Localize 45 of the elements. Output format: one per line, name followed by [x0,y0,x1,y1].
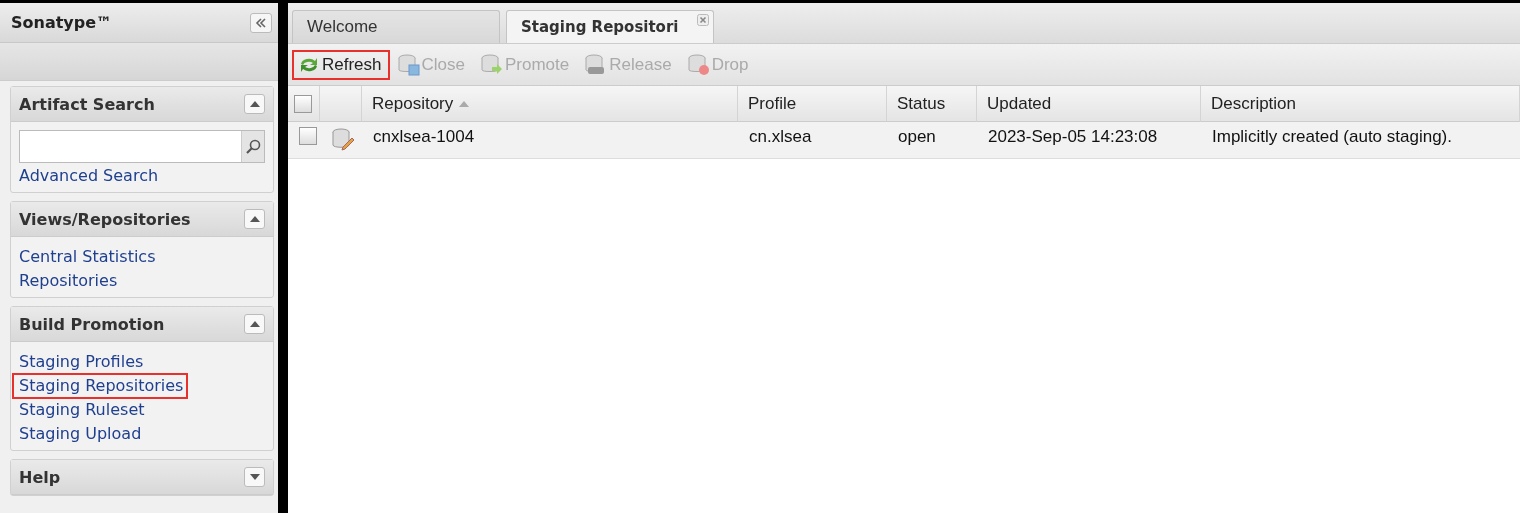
nav-link[interactable]: Staging Upload [13,422,146,446]
database-promote-icon [481,53,503,76]
sidebar-title: Sonatype™ [11,13,113,32]
close-icon[interactable] [697,14,709,26]
tab[interactable]: Welcome [292,10,500,43]
nav-link[interactable]: Staging Profiles [13,350,148,374]
column-header[interactable]: Description [1201,86,1520,122]
search-button[interactable] [241,131,264,162]
collapse-sidebar-button[interactable] [250,12,272,33]
nav-link[interactable]: Staging Repositories [13,374,188,398]
table-cell: open [887,122,977,159]
database-pencil-icon [331,127,355,151]
nav-link[interactable]: Advanced Search [13,164,163,188]
search-field[interactable] [19,130,265,163]
table-cell: cnxlsea-1004 [362,122,738,159]
panel-title: Artifact Search [19,94,155,114]
tab[interactable]: Staging Repositori [506,10,714,43]
panel-title: Build Promotion [19,314,165,334]
table-cell: cn.xlsea [738,122,887,159]
panel-toggle-button[interactable] [244,209,265,229]
row-checkbox[interactable] [299,127,317,145]
panel-toggle-button[interactable] [244,467,265,487]
nav-link[interactable]: Repositories [13,269,122,293]
triangle-up-icon [249,101,260,107]
table-cell: Implicitly created (auto staging). [1201,122,1520,159]
select-all-checkbox[interactable] [294,94,312,113]
triangle-down-icon [249,474,260,480]
nav-link[interactable]: Central Statistics [13,245,160,269]
refresh-button[interactable]: Refresh [292,49,390,80]
table-cell: 2023-Sep-05 14:23:08 [977,122,1201,159]
nav-link[interactable]: Staging Ruleset [13,398,149,422]
search-icon [245,138,261,155]
panel-title: Help [19,467,61,487]
panel-toggle-button[interactable] [244,314,265,334]
column-header[interactable]: Updated [977,86,1201,122]
database-close-icon [397,53,420,76]
column-header[interactable]: Status [887,86,977,122]
panel-title: Views/Repositories [19,209,191,229]
triangle-up-icon [249,216,260,222]
double-chevron-icon [255,17,267,28]
column-header[interactable]: Profile [738,86,887,122]
panel-toggle-button[interactable] [244,94,265,114]
column-header[interactable]: Repository [362,86,738,122]
database-drop-icon [687,53,710,76]
triangle-up-icon [249,321,260,327]
